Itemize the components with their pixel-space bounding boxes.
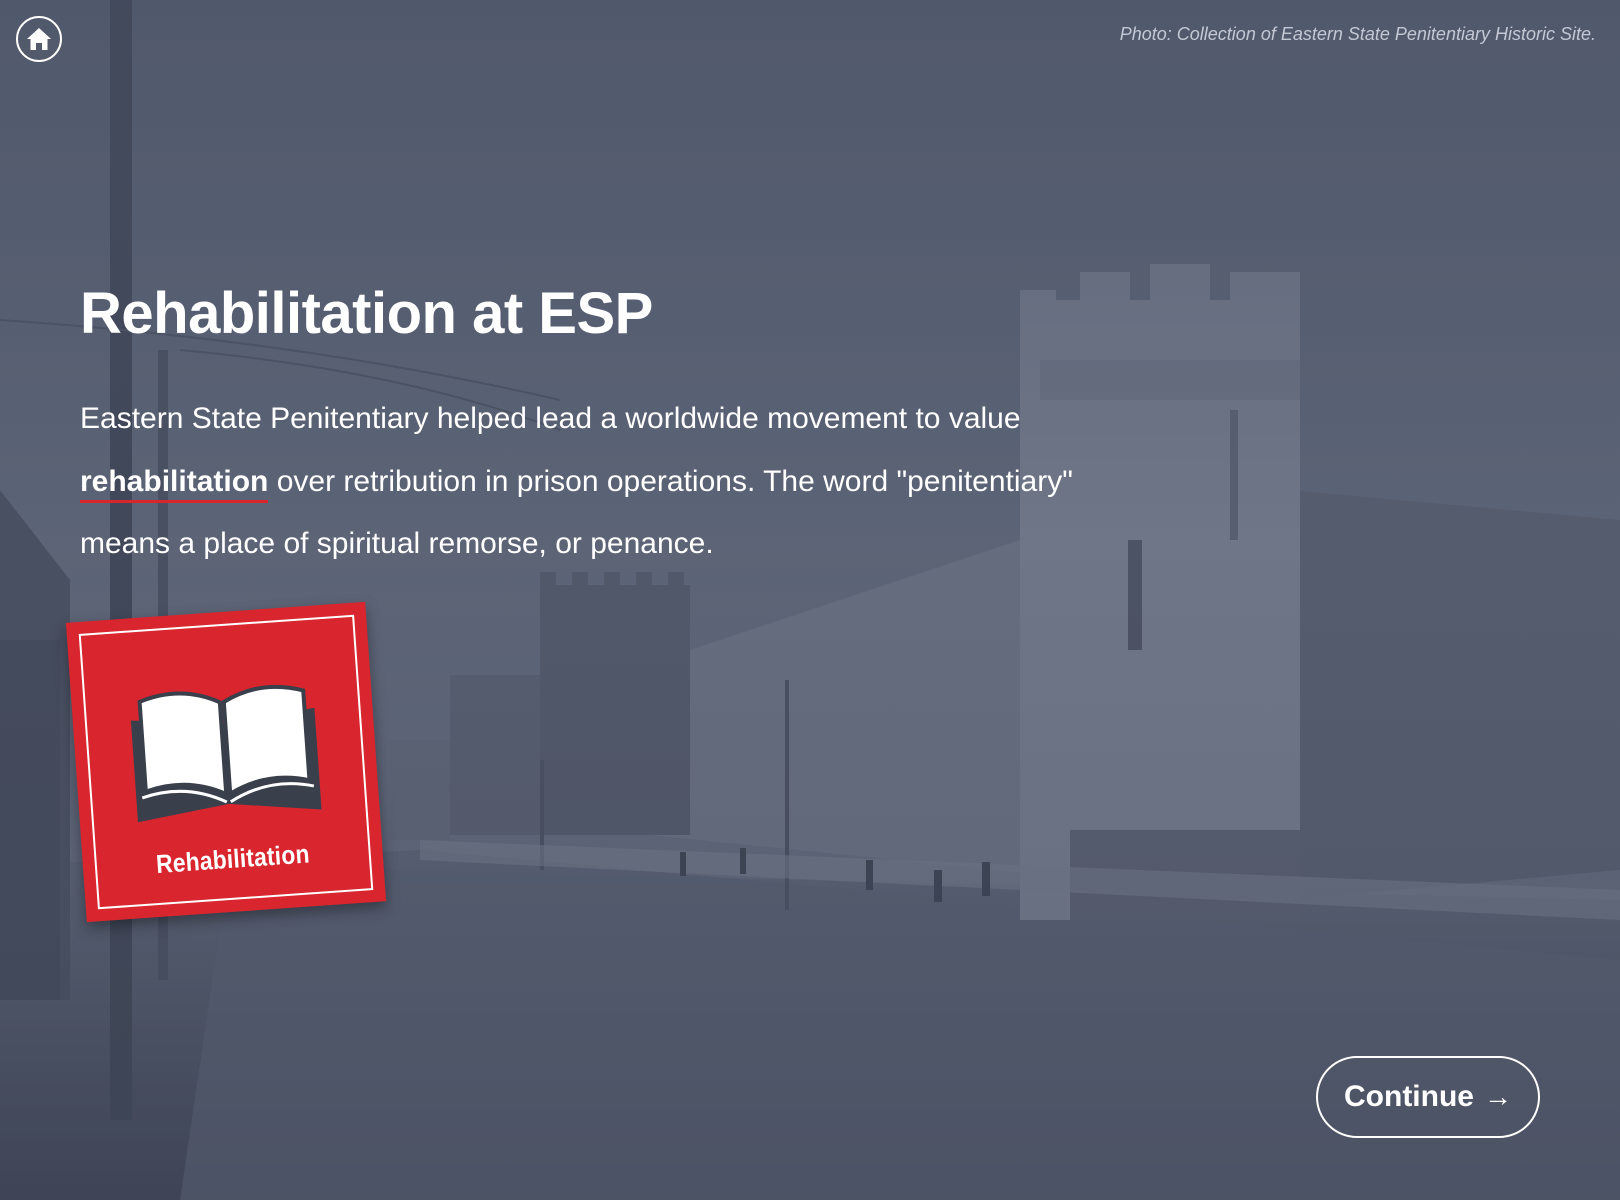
rehabilitation-badge[interactable]: Rehabilitation — [65, 601, 387, 923]
home-icon — [27, 28, 51, 50]
photo-credit: Photo: Collection of Eastern State Penit… — [1119, 24, 1596, 44]
arrow-right-icon: → — [1483, 1081, 1512, 1112]
tint-overlay — [0, 0, 1620, 1200]
page-title: Rehabilitation at ESP — [80, 281, 653, 346]
continue-label: Continue — [1344, 1080, 1474, 1113]
body-intro: Eastern State Penitentiary helped lead a… — [80, 402, 1021, 435]
home-button[interactable] — [16, 16, 62, 62]
body-paragraph: Eastern State Penitentiary helped lead a… — [80, 388, 1100, 576]
rehabilitation-glossary-link[interactable]: rehabilitation — [80, 464, 269, 503]
continue-button[interactable]: Continue → — [1316, 1056, 1540, 1138]
open-book-icon — [130, 684, 322, 823]
